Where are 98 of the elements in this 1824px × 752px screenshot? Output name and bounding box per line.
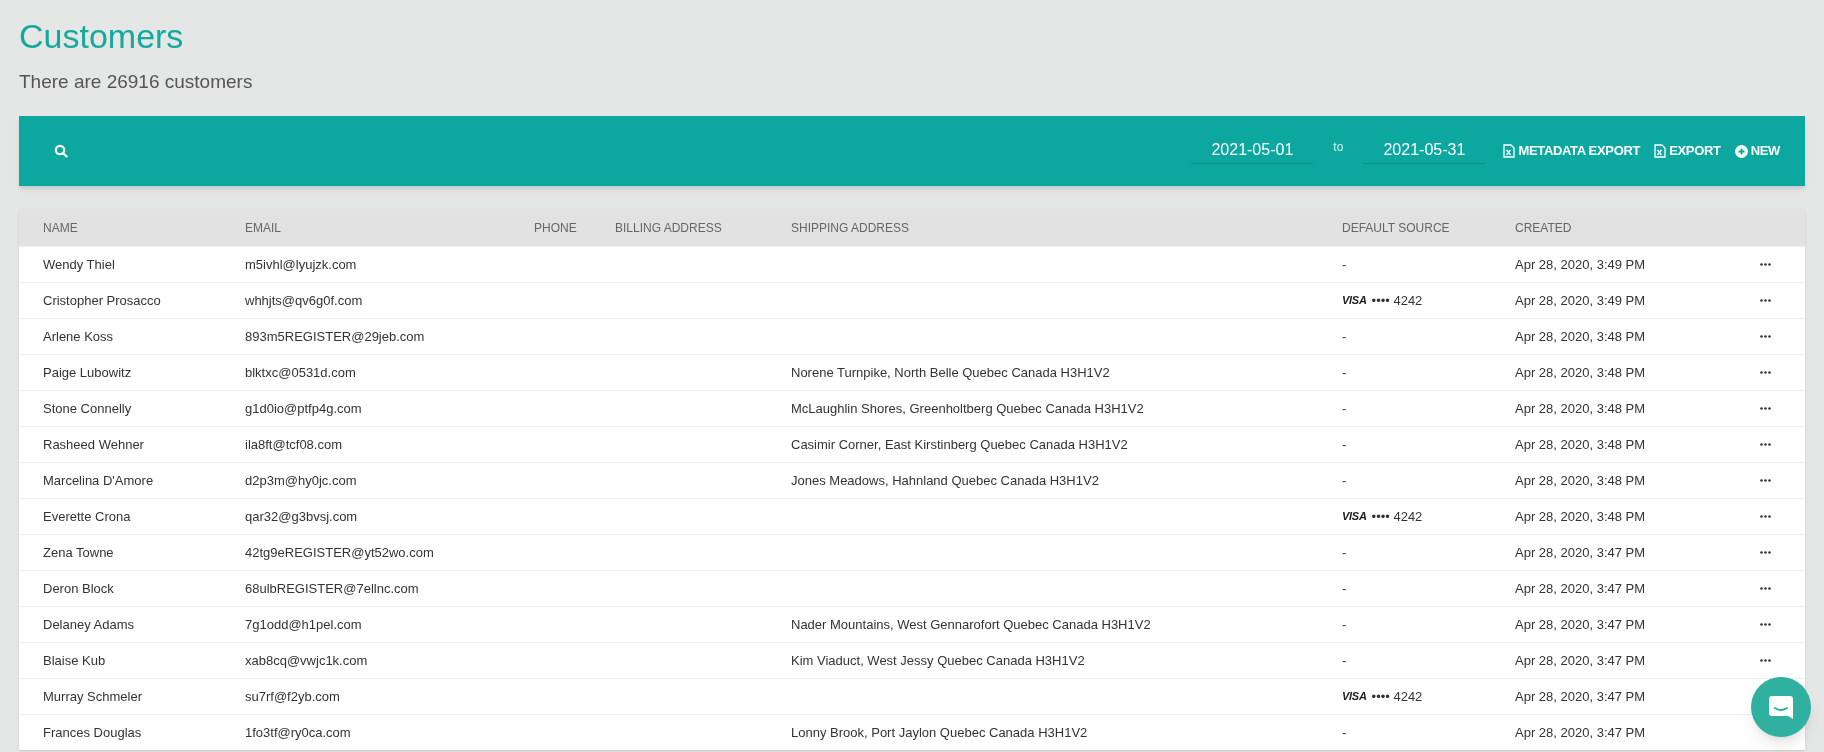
more-icon[interactable] bbox=[1759, 551, 1771, 554]
created-cell: Apr 28, 2020, 3:48 PM bbox=[1515, 508, 1646, 524]
column-header: PHONE bbox=[534, 221, 577, 235]
more-icon[interactable] bbox=[1759, 479, 1771, 482]
shipping-address-cell: Jones Meadows, Hahnland Quebec Canada H3H1V2 bbox=[791, 472, 1099, 488]
email-cell: 7g1odd@h1pel.com bbox=[245, 616, 362, 632]
email-cell: 42tg9eREGISTER@yt52wo.com bbox=[245, 544, 434, 560]
card-number: •••• 4242 bbox=[1371, 291, 1423, 310]
spreadsheet-file-icon bbox=[1654, 144, 1667, 158]
search-icon[interactable] bbox=[54, 144, 68, 158]
card-brand: VISA bbox=[1342, 689, 1367, 705]
column-header: SHIPPING ADDRESS bbox=[791, 221, 910, 235]
name-cell: Wendy Thiel bbox=[43, 256, 115, 272]
source-text: - bbox=[1342, 328, 1347, 344]
email-cell: su7rf@f2yb.com bbox=[245, 688, 340, 704]
email-cell: ila8ft@tcf08.com bbox=[245, 436, 342, 452]
email-cell: 68ulbREGISTER@7ellnc.com bbox=[245, 580, 419, 596]
created-cell: Apr 28, 2020, 3:47 PM bbox=[1515, 544, 1646, 560]
created-cell: Apr 28, 2020, 3:48 PM bbox=[1515, 436, 1646, 452]
name-cell: Frances Douglas bbox=[43, 724, 142, 740]
email-cell: g1d0io@ptfp4g.com bbox=[245, 400, 362, 416]
more-icon[interactable] bbox=[1759, 407, 1771, 410]
source-text: - bbox=[1342, 472, 1347, 488]
more-icon[interactable] bbox=[1759, 623, 1771, 626]
created-cell: Apr 28, 2020, 3:49 PM bbox=[1515, 292, 1646, 308]
email-cell: qar32@g3bvsj.com bbox=[245, 508, 358, 524]
column-header: DEFAULT SOURCE bbox=[1342, 221, 1450, 235]
email-cell: 893m5REGISTER@29jeb.com bbox=[245, 328, 425, 344]
page-title: Customers bbox=[19, 16, 185, 56]
source-text: - bbox=[1342, 652, 1347, 668]
created-cell: Apr 28, 2020, 3:47 PM bbox=[1515, 580, 1646, 596]
name-cell: Cristopher Prosacco bbox=[43, 292, 161, 308]
name-cell: Stone Connelly bbox=[43, 400, 132, 416]
created-cell: Apr 28, 2020, 3:48 PM bbox=[1515, 364, 1646, 380]
more-icon[interactable] bbox=[1759, 443, 1771, 446]
chat-icon bbox=[1767, 693, 1795, 721]
created-cell: Apr 28, 2020, 3:49 PM bbox=[1515, 256, 1646, 272]
shipping-address-cell: Kim Viaduct, West Jessy Quebec Canada H3H1V2 bbox=[791, 652, 1085, 668]
source-text: - bbox=[1342, 364, 1347, 380]
email-cell: m5ivhl@lyujzk.com bbox=[245, 256, 357, 272]
column-header: EMAIL bbox=[245, 221, 281, 235]
email-cell: xab8cq@vwjc1k.com bbox=[245, 652, 368, 668]
source-text: - bbox=[1342, 436, 1347, 452]
end-date-field[interactable]: 2021-05-31 bbox=[1363, 138, 1486, 164]
email-cell: whhjts@qv6g0f.com bbox=[245, 292, 363, 308]
more-icon[interactable] bbox=[1759, 587, 1771, 590]
more-icon[interactable] bbox=[1759, 371, 1771, 374]
start-date-field[interactable]: 2021-05-01 bbox=[1191, 138, 1314, 164]
column-header: CREATED bbox=[1515, 221, 1572, 235]
card-brand: VISA bbox=[1342, 293, 1367, 309]
card-number: •••• 4242 bbox=[1371, 507, 1423, 526]
more-icon[interactable] bbox=[1759, 659, 1771, 662]
email-cell: blktxc@0531d.com bbox=[245, 364, 356, 380]
source-text: - bbox=[1342, 256, 1347, 272]
name-cell: Murray Schmeler bbox=[43, 688, 142, 704]
more-icon[interactable] bbox=[1759, 515, 1771, 518]
name-cell: Everette Crona bbox=[43, 508, 131, 524]
spreadsheet-file-icon bbox=[1503, 144, 1516, 158]
card-number: •••• 4242 bbox=[1371, 687, 1423, 706]
name-cell: Marcelina D'Amore bbox=[43, 472, 154, 488]
created-cell: Apr 28, 2020, 3:47 PM bbox=[1515, 616, 1646, 632]
export-button[interactable]: METADATA EXPORT bbox=[1503, 141, 1641, 161]
source-text: - bbox=[1342, 580, 1347, 596]
name-cell: Zena Towne bbox=[43, 544, 114, 560]
email-cell: 1fo3tf@ry0ca.com bbox=[245, 724, 351, 740]
customer-count: There are 26916 customers bbox=[19, 70, 254, 94]
shipping-address-cell: McLaughlin Shores, Greenholtberg Quebec Canada H3H1V2 bbox=[791, 400, 1144, 416]
new-button[interactable]: NEW bbox=[1734, 141, 1780, 161]
more-icon[interactable] bbox=[1759, 263, 1771, 266]
source-text: - bbox=[1342, 724, 1347, 740]
email-cell: d2p3m@hy0jc.com bbox=[245, 472, 357, 488]
card-brand: VISA bbox=[1342, 509, 1367, 525]
shipping-address-cell: Casimir Corner, East Kirstinberg Quebec Canada H3H1V2 bbox=[791, 436, 1128, 452]
created-cell: Apr 28, 2020, 3:48 PM bbox=[1515, 328, 1646, 344]
created-cell: Apr 28, 2020, 3:48 PM bbox=[1515, 472, 1646, 488]
more-icon[interactable] bbox=[1759, 335, 1771, 338]
name-cell: Arlene Koss bbox=[43, 328, 114, 344]
shipping-address-cell: Norene Turnpike, North Belle Quebec Canada H3H1V2 bbox=[791, 364, 1110, 380]
name-cell: Delaney Adams bbox=[43, 616, 135, 632]
source-text: - bbox=[1342, 544, 1347, 560]
created-cell: Apr 28, 2020, 3:47 PM bbox=[1515, 652, 1646, 668]
name-cell: Deron Block bbox=[43, 580, 114, 596]
date-separator: to bbox=[1333, 139, 1344, 156]
name-cell: Blaise Kub bbox=[43, 652, 106, 668]
created-cell: Apr 28, 2020, 3:47 PM bbox=[1515, 724, 1646, 740]
shipping-address-cell: Nader Mountains, West Gennarofort Quebec Canada H3H1V2 bbox=[791, 616, 1151, 632]
column-header: BILLING ADDRESS bbox=[615, 221, 722, 235]
name-cell: Paige Lubowitz bbox=[43, 364, 132, 380]
export-button[interactable]: EXPORT bbox=[1654, 141, 1721, 161]
column-header: NAME bbox=[43, 221, 78, 235]
more-icon[interactable] bbox=[1759, 299, 1771, 302]
created-cell: Apr 28, 2020, 3:47 PM bbox=[1515, 688, 1646, 704]
source-text: - bbox=[1342, 616, 1347, 632]
plus-circle-icon bbox=[1734, 144, 1748, 158]
created-cell: Apr 28, 2020, 3:48 PM bbox=[1515, 400, 1646, 416]
name-cell: Rasheed Wehner bbox=[43, 436, 144, 452]
source-text: - bbox=[1342, 400, 1347, 416]
shipping-address-cell: Lonny Brook, Port Jaylon Quebec Canada H3H1V2 bbox=[791, 724, 1088, 740]
